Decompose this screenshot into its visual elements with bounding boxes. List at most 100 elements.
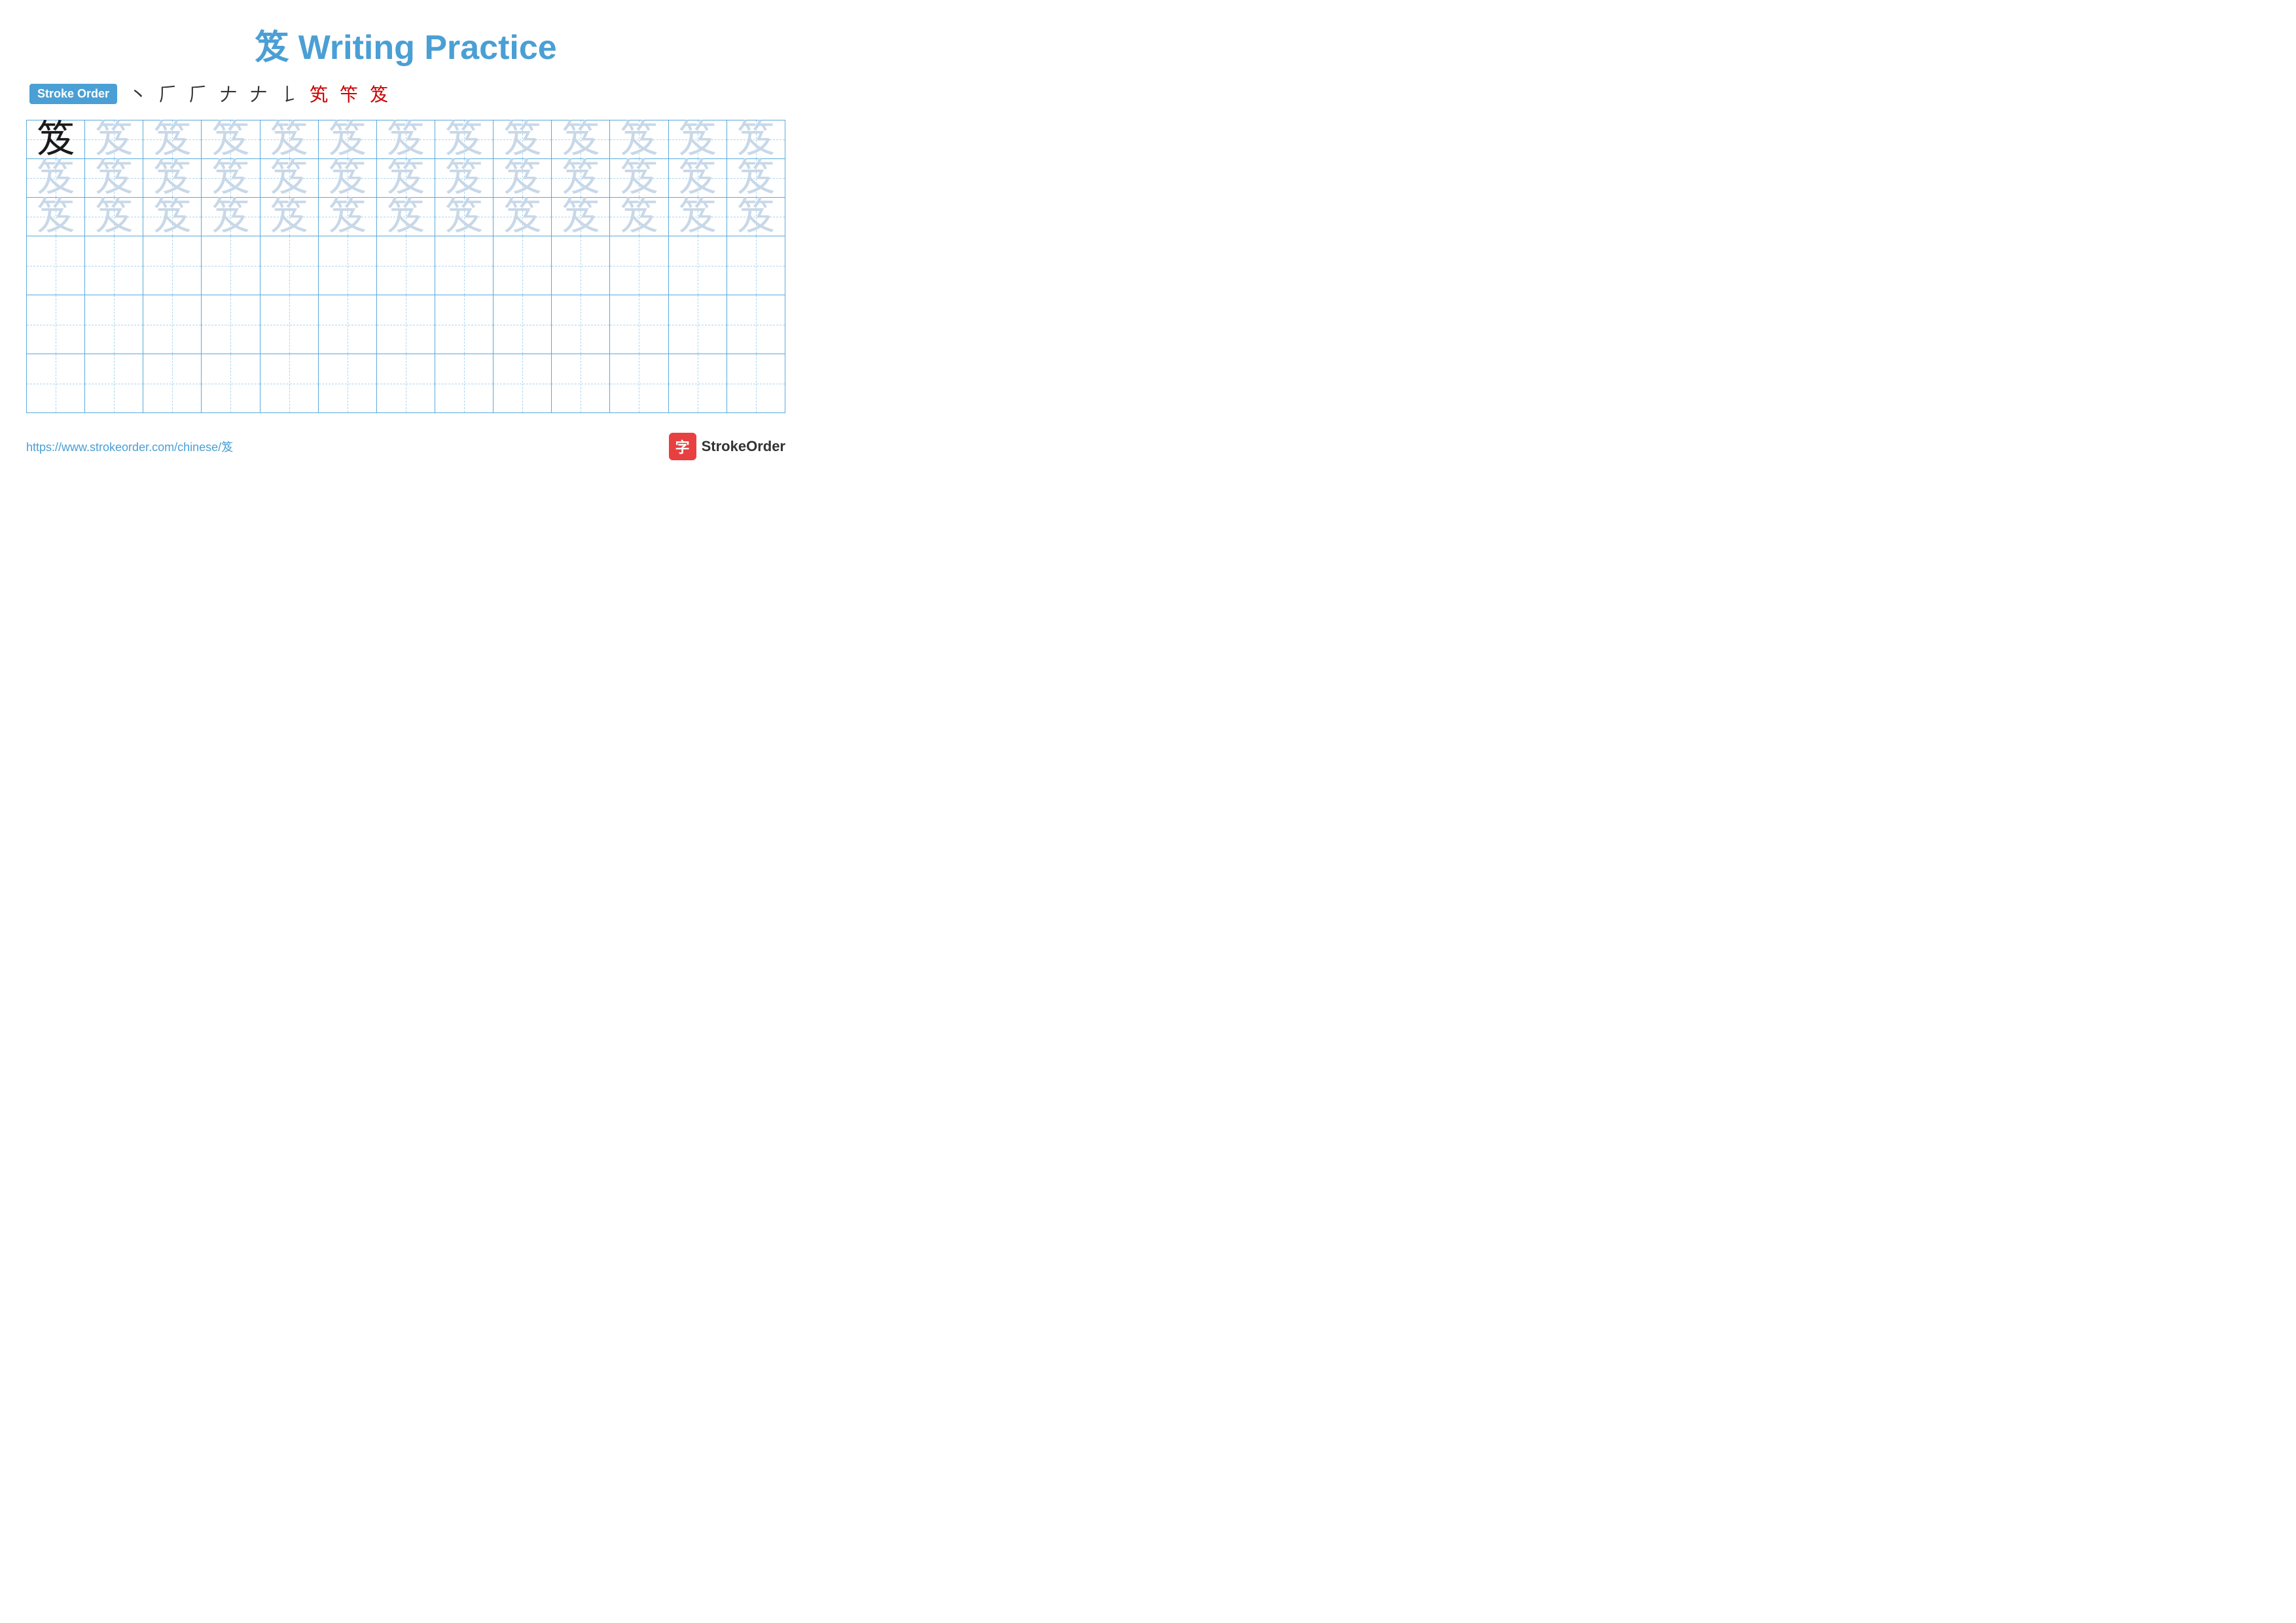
cell-5-2[interactable] bbox=[85, 295, 143, 354]
cell-1-12[interactable]: 笈 bbox=[668, 120, 726, 159]
cell-5-10[interactable] bbox=[552, 295, 610, 354]
cell-1-6[interactable]: 笈 bbox=[318, 120, 376, 159]
stroke-step-3: 𠂆 bbox=[189, 81, 207, 107]
cell-5-6[interactable] bbox=[318, 295, 376, 354]
cell-4-9[interactable] bbox=[493, 236, 552, 295]
cell-4-4[interactable] bbox=[202, 236, 260, 295]
cell-2-11[interactable]: 笈 bbox=[610, 159, 668, 198]
char-light: 笈 bbox=[620, 118, 658, 160]
cell-5-12[interactable] bbox=[668, 295, 726, 354]
cell-6-8[interactable] bbox=[435, 354, 493, 413]
cell-6-13[interactable] bbox=[726, 354, 785, 413]
cell-2-13[interactable]: 笈 bbox=[726, 159, 785, 198]
cell-1-8[interactable]: 笈 bbox=[435, 120, 493, 159]
practice-row-3: 笈 笈 笈 笈 笈 笈 笈 笈 笈 笈 笈 笈 笈 bbox=[27, 198, 785, 236]
cell-1-9[interactable]: 笈 bbox=[493, 120, 552, 159]
cell-4-13[interactable] bbox=[726, 236, 785, 295]
cell-2-2[interactable]: 笈 bbox=[85, 159, 143, 198]
logo-text: StrokeOrder bbox=[702, 438, 785, 455]
cell-6-9[interactable] bbox=[493, 354, 552, 413]
cell-5-7[interactable] bbox=[376, 295, 435, 354]
cell-2-10[interactable]: 笈 bbox=[552, 159, 610, 198]
cell-4-3[interactable] bbox=[143, 236, 202, 295]
cell-1-1[interactable]: 笈 bbox=[27, 120, 85, 159]
cell-1-7[interactable]: 笈 bbox=[376, 120, 435, 159]
cell-3-4[interactable]: 笈 bbox=[202, 198, 260, 236]
cell-1-4[interactable]: 笈 bbox=[202, 120, 260, 159]
practice-row-5 bbox=[27, 295, 785, 354]
stroke-order-row: Stroke Order 丶 𠂆 𠂆 𠂇 𠂇 𠄌 笂 笇 笈 bbox=[26, 81, 785, 107]
cell-6-11[interactable] bbox=[610, 354, 668, 413]
cell-2-9[interactable]: 笈 bbox=[493, 159, 552, 198]
cell-2-3[interactable]: 笈 bbox=[143, 159, 202, 198]
footer: https://www.strokeorder.com/chinese/笈 字 … bbox=[26, 433, 785, 460]
cell-5-5[interactable] bbox=[260, 295, 318, 354]
cell-4-12[interactable] bbox=[668, 236, 726, 295]
cell-6-7[interactable] bbox=[376, 354, 435, 413]
char-light: 笈 bbox=[329, 118, 367, 160]
cell-6-5[interactable] bbox=[260, 354, 318, 413]
cell-5-4[interactable] bbox=[202, 295, 260, 354]
cell-6-4[interactable] bbox=[202, 354, 260, 413]
cell-4-7[interactable] bbox=[376, 236, 435, 295]
cell-4-6[interactable] bbox=[318, 236, 376, 295]
stroke-step-2: 𠂆 bbox=[159, 81, 177, 107]
practice-row-2: 笈 笈 笈 笈 笈 笈 笈 笈 笈 笈 笈 笈 笈 bbox=[27, 159, 785, 198]
cell-2-5[interactable]: 笈 bbox=[260, 159, 318, 198]
footer-url[interactable]: https://www.strokeorder.com/chinese/笈 bbox=[26, 438, 233, 455]
cell-4-11[interactable] bbox=[610, 236, 668, 295]
cell-6-2[interactable] bbox=[85, 354, 143, 413]
char-light: 笈 bbox=[95, 118, 133, 160]
practice-grid: 笈 笈 笈 笈 笈 笈 笈 笈 笈 笈 笈 笈 笈 笈 笈 笈 笈 笈 笈 笈 … bbox=[26, 120, 785, 413]
cell-2-7[interactable]: 笈 bbox=[376, 159, 435, 198]
cell-2-4[interactable]: 笈 bbox=[202, 159, 260, 198]
cell-3-2[interactable]: 笈 bbox=[85, 198, 143, 236]
practice-row-6 bbox=[27, 354, 785, 413]
cell-1-13[interactable]: 笈 bbox=[726, 120, 785, 159]
cell-4-2[interactable] bbox=[85, 236, 143, 295]
cell-4-1[interactable] bbox=[27, 236, 85, 295]
char-light: 笈 bbox=[503, 118, 541, 160]
cell-5-11[interactable] bbox=[610, 295, 668, 354]
cell-2-1[interactable]: 笈 bbox=[27, 159, 85, 198]
cell-4-5[interactable] bbox=[260, 236, 318, 295]
cell-2-8[interactable]: 笈 bbox=[435, 159, 493, 198]
cell-1-11[interactable]: 笈 bbox=[610, 120, 668, 159]
cell-5-1[interactable] bbox=[27, 295, 85, 354]
cell-3-10[interactable]: 笈 bbox=[552, 198, 610, 236]
cell-5-3[interactable] bbox=[143, 295, 202, 354]
cell-6-3[interactable] bbox=[143, 354, 202, 413]
cell-6-6[interactable] bbox=[318, 354, 376, 413]
cell-5-13[interactable] bbox=[726, 295, 785, 354]
cell-1-3[interactable]: 笈 bbox=[143, 120, 202, 159]
cell-5-8[interactable] bbox=[435, 295, 493, 354]
cell-3-12[interactable]: 笈 bbox=[668, 198, 726, 236]
stroke-step-8: 笇 bbox=[340, 81, 358, 107]
cell-3-13[interactable]: 笈 bbox=[726, 198, 785, 236]
cell-6-10[interactable] bbox=[552, 354, 610, 413]
cell-1-5[interactable]: 笈 bbox=[260, 120, 318, 159]
stroke-step-4: 𠂇 bbox=[219, 81, 238, 107]
page-title: 笈 Writing Practice bbox=[26, 20, 785, 69]
char-light: 笈 bbox=[562, 118, 600, 160]
cell-4-8[interactable] bbox=[435, 236, 493, 295]
cell-3-11[interactable]: 笈 bbox=[610, 198, 668, 236]
cell-3-9[interactable]: 笈 bbox=[493, 198, 552, 236]
cell-3-5[interactable]: 笈 bbox=[260, 198, 318, 236]
cell-1-10[interactable]: 笈 bbox=[552, 120, 610, 159]
cell-3-6[interactable]: 笈 bbox=[318, 198, 376, 236]
cell-3-7[interactable]: 笈 bbox=[376, 198, 435, 236]
cell-6-1[interactable] bbox=[27, 354, 85, 413]
stroke-step-5: 𠂇 bbox=[249, 81, 268, 107]
cell-3-1[interactable]: 笈 bbox=[27, 198, 85, 236]
cell-6-12[interactable] bbox=[668, 354, 726, 413]
cell-4-10[interactable] bbox=[552, 236, 610, 295]
footer-logo: 字 StrokeOrder bbox=[669, 433, 785, 460]
logo-icon: 字 bbox=[669, 433, 696, 460]
cell-1-2[interactable]: 笈 bbox=[85, 120, 143, 159]
cell-5-9[interactable] bbox=[493, 295, 552, 354]
cell-3-3[interactable]: 笈 bbox=[143, 198, 202, 236]
cell-3-8[interactable]: 笈 bbox=[435, 198, 493, 236]
cell-2-12[interactable]: 笈 bbox=[668, 159, 726, 198]
cell-2-6[interactable]: 笈 bbox=[318, 159, 376, 198]
